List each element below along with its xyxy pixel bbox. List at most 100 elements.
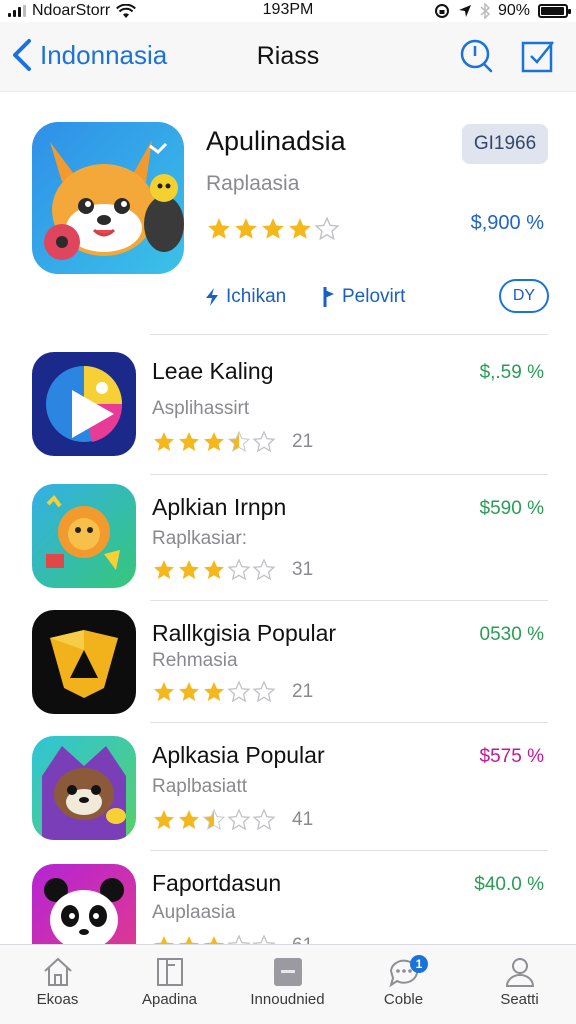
bolt-icon — [206, 288, 218, 306]
star-filled-icon — [154, 810, 174, 829]
status-bar: NdoarStorr 193PM 90% — [0, 0, 576, 22]
rating: 41 — [152, 808, 313, 832]
link-pelovirt[interactable]: Pelovirt — [322, 286, 405, 308]
star-filled-icon — [154, 432, 174, 451]
star-filled-icon — [179, 682, 199, 701]
list-item[interactable]: Aplkasia Popular Raplbasiatt 41 $575 % — [0, 728, 576, 852]
star-filled-icon — [235, 218, 257, 239]
app-price: $590 % — [479, 498, 544, 519]
app-price: $575 % — [479, 746, 544, 767]
triangle-app-icon — [32, 610, 136, 714]
tab-seatti[interactable]: Seatti — [462, 945, 576, 1024]
tab-label: Innoudnied — [250, 991, 325, 1008]
panda-app-icon — [32, 864, 136, 944]
tab-ekoas[interactable]: Ekoas — [0, 945, 115, 1024]
flag-icon — [323, 287, 334, 307]
app-name: Aplkasia Popular — [152, 742, 325, 768]
rating-stars — [152, 680, 276, 704]
rating: 21 — [152, 680, 313, 704]
rating: 61 — [152, 934, 313, 944]
divider — [150, 850, 548, 851]
link-ichikan[interactable]: Ichikan — [204, 286, 286, 308]
rating: 31 — [152, 558, 313, 582]
chart-app-icon — [32, 352, 136, 456]
list-item[interactable]: Faportdasun Auplaasia 61 $40.0 % — [0, 856, 576, 944]
star-filled-icon — [179, 432, 199, 451]
list-item[interactable]: Aplkian Irnpn Raplkasiar: 31 $590 % — [0, 478, 576, 602]
rating-count: 31 — [292, 559, 314, 580]
tab-apadina[interactable]: Apadina — [112, 945, 227, 1024]
star-empty-icon — [227, 558, 251, 581]
raccoon-game-icon — [32, 736, 136, 840]
rating-count: 21 — [292, 431, 314, 452]
person-icon — [505, 958, 534, 987]
star-filled-icon — [179, 936, 199, 944]
star-empty-icon — [252, 680, 276, 703]
star-filled-icon — [179, 810, 199, 829]
star-filled-icon — [154, 936, 174, 944]
star-half-icon — [227, 430, 251, 453]
star-filled-icon — [289, 218, 311, 239]
rating-count: 41 — [292, 809, 314, 830]
get-button[interactable]: GI1966 — [462, 124, 548, 164]
edit-icon[interactable] — [520, 38, 556, 74]
star-empty-icon — [252, 430, 276, 453]
link-pelovirt-label: Pelovirt — [342, 286, 406, 307]
app-subtitle: Rehmasia — [152, 650, 238, 671]
app-subtitle: Auplaasia — [152, 902, 236, 923]
battery-icon — [538, 4, 571, 18]
list-item[interactable]: Leae Kaling Asplihassirt 21 $,.59 % — [0, 344, 576, 468]
bluetooth-icon — [480, 3, 490, 19]
star-half-icon — [202, 808, 226, 831]
app-price: 0530 % — [479, 624, 544, 645]
rating-count: 61 — [292, 935, 313, 944]
app-name: Leae Kaling — [152, 358, 274, 384]
battery-percent: 90% — [497, 2, 530, 19]
bookmark-icon — [156, 958, 183, 986]
fox-app-icon — [32, 122, 184, 274]
featured-app-subtitle: Raplaasia — [206, 172, 300, 195]
tab-label: Coble — [383, 991, 424, 1008]
lock-rotation-icon — [434, 4, 449, 18]
notification-badge: 1 — [410, 955, 428, 973]
app-name: Rallkgisia Popular — [152, 620, 337, 646]
list-item[interactable]: Rallkgisia Popular Rehmasia 21 0530 % — [0, 604, 576, 728]
star-filled-icon — [154, 682, 174, 701]
divider — [150, 474, 548, 475]
star-filled-icon — [204, 936, 224, 944]
tab-label: Seatti — [500, 991, 539, 1008]
app-price: $,.59 % — [479, 362, 544, 383]
location-icon — [458, 5, 471, 17]
featured-rating-stars — [206, 216, 340, 242]
home-icon — [43, 957, 72, 986]
star-filled-icon — [154, 560, 174, 579]
rating: 21 — [152, 430, 313, 454]
lion-game-icon — [32, 484, 136, 588]
app-name: Faportdasun — [152, 870, 282, 896]
star-filled-icon — [204, 560, 224, 579]
divider — [150, 334, 548, 335]
star-empty-icon — [314, 216, 340, 241]
rating-stars — [152, 934, 276, 944]
tab-label: Ekoas — [36, 991, 79, 1008]
rating-stars — [152, 558, 276, 582]
star-empty-icon — [227, 808, 251, 831]
link-ichikan-label: Ichikan — [226, 286, 287, 307]
star-empty-icon — [252, 808, 276, 831]
search-icon[interactable] — [458, 38, 494, 74]
app-subtitle: Raplkasiar: — [152, 528, 248, 549]
app-subtitle: Raplbasiatt — [152, 776, 248, 797]
tab-coble[interactable]: 1 Coble — [346, 945, 461, 1024]
featured-app-name: Apulinadsia — [206, 126, 346, 156]
featured-price: $,900 % — [470, 212, 544, 234]
divider — [150, 600, 548, 601]
tab-label: Apadina — [141, 991, 198, 1008]
star-filled-icon — [208, 218, 230, 239]
navigation-bar: Indonnasia Riass — [0, 22, 576, 92]
card-icon — [273, 958, 302, 986]
star-empty-icon — [252, 558, 276, 581]
dy-button[interactable]: DY — [499, 279, 549, 313]
star-filled-icon — [204, 432, 224, 451]
tab-innoudnied[interactable]: Innoudnied — [230, 945, 345, 1024]
rating-stars — [152, 430, 276, 454]
